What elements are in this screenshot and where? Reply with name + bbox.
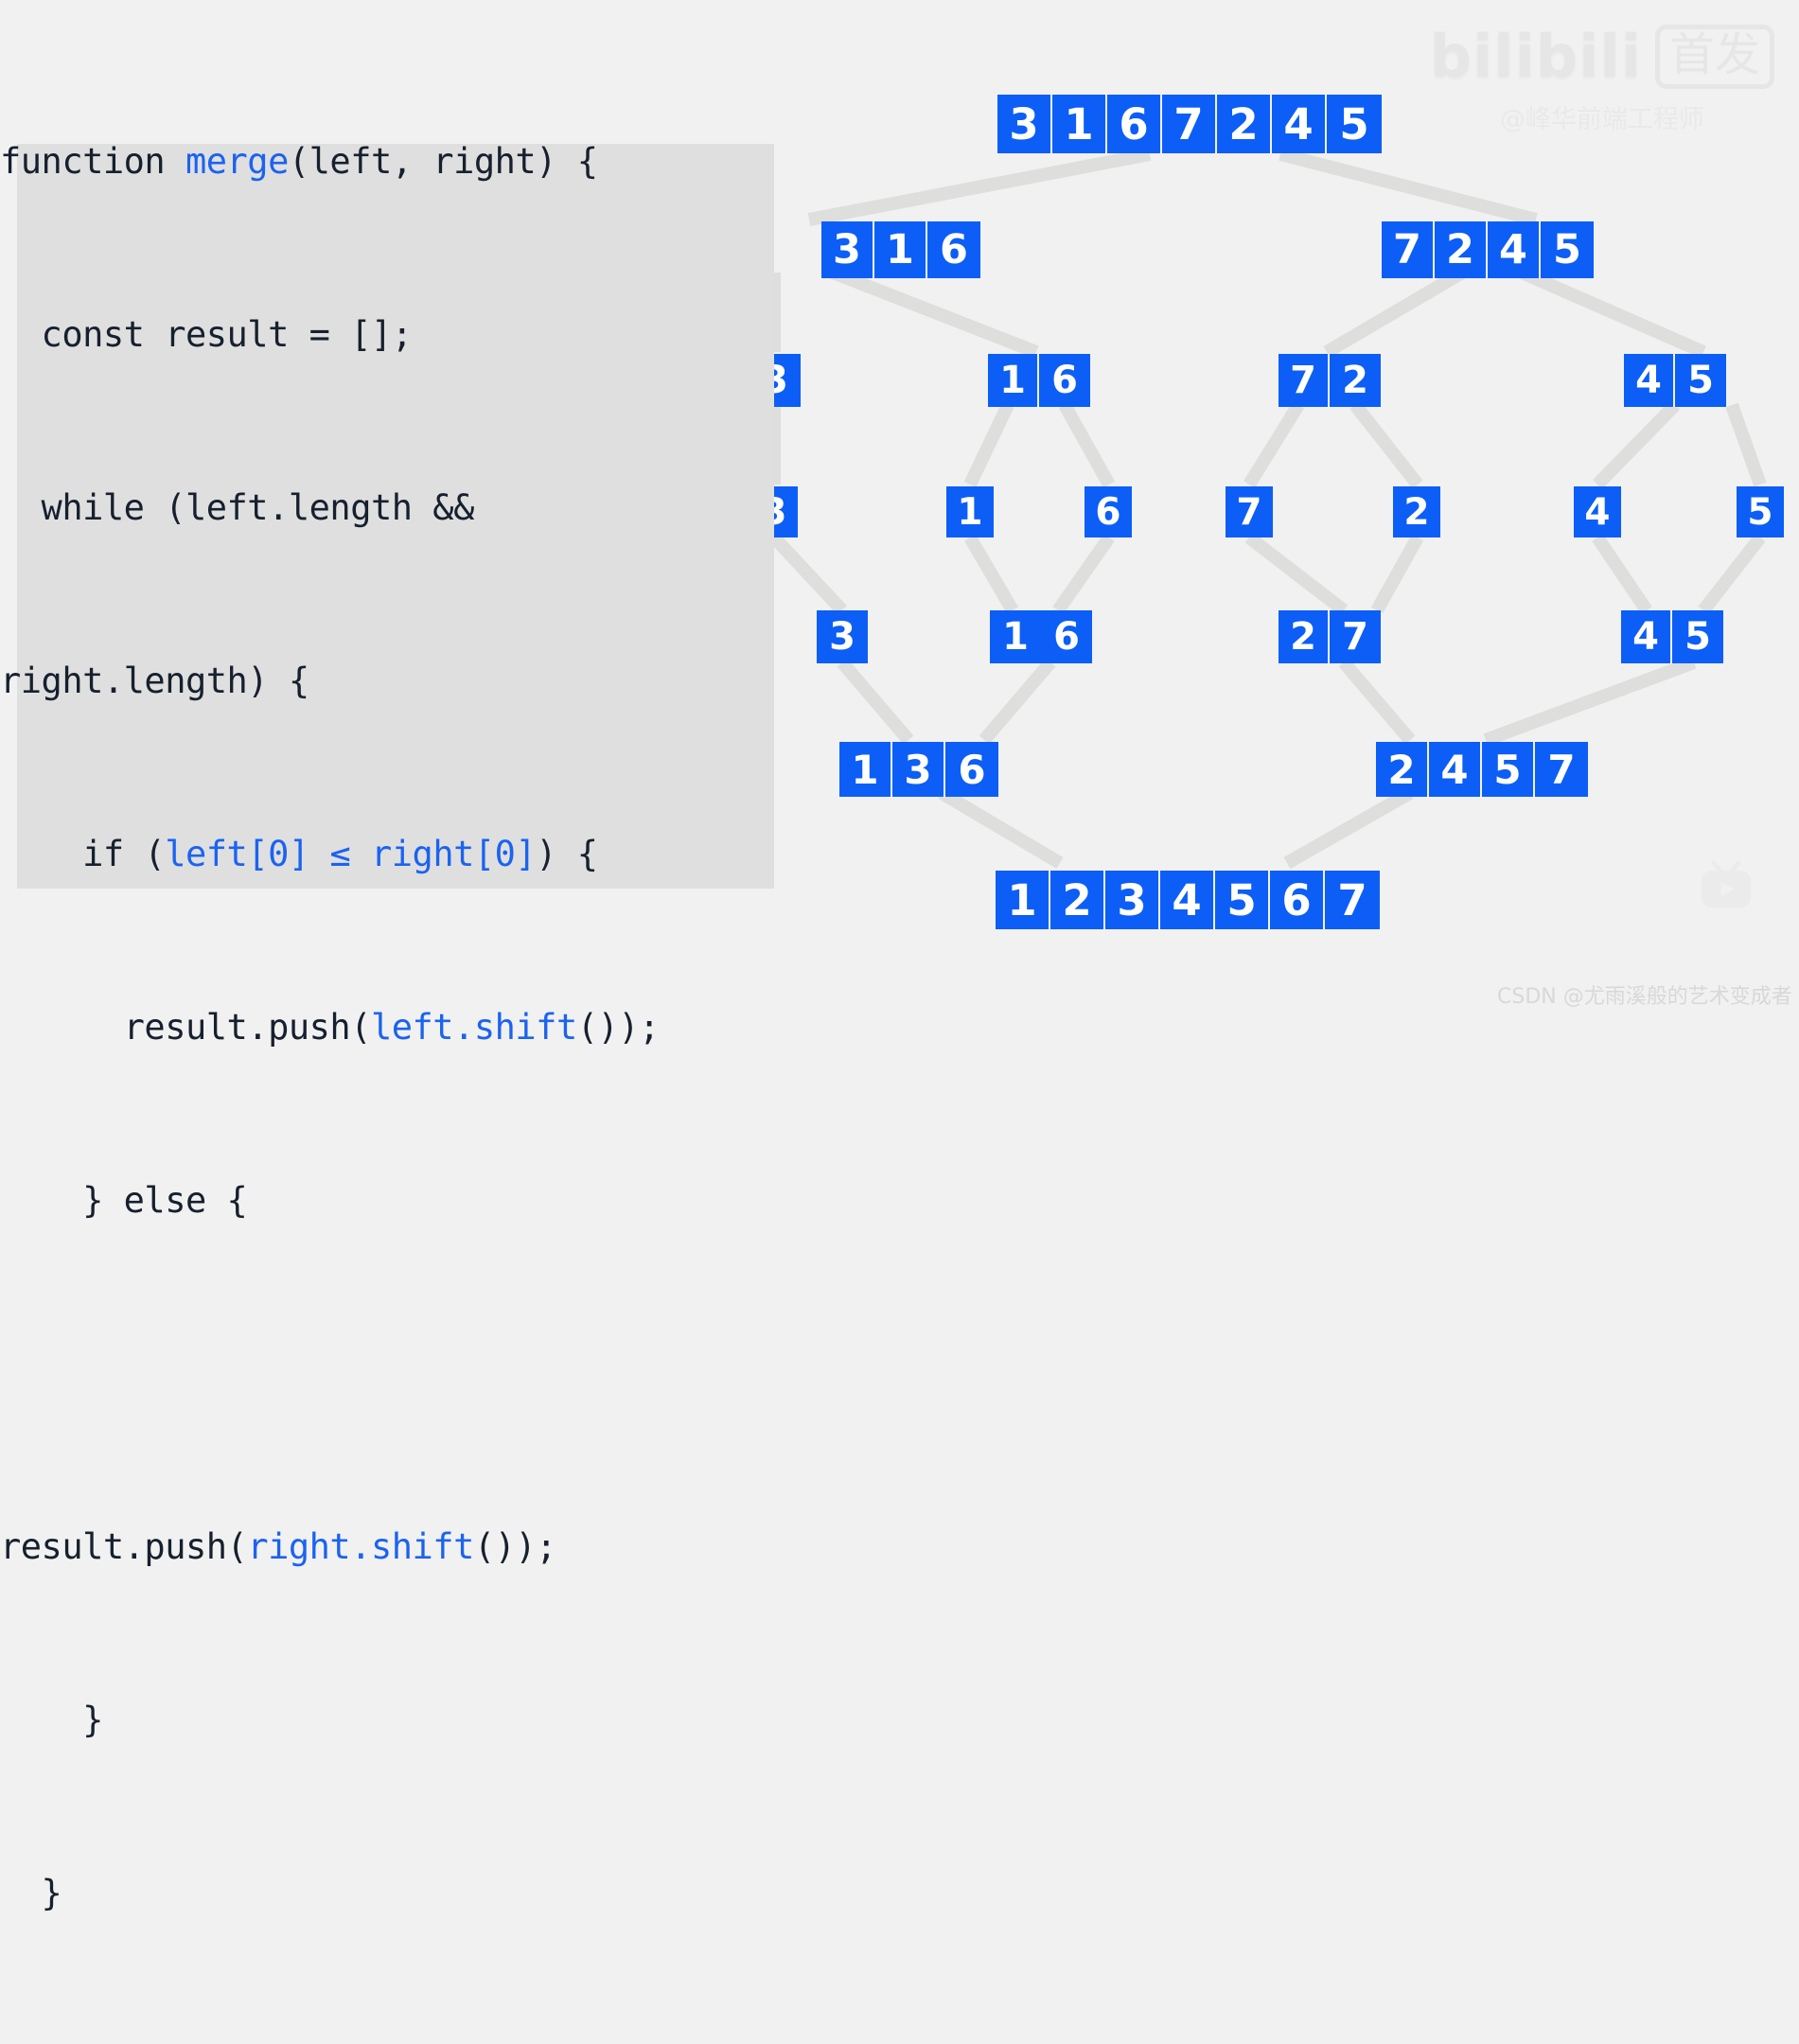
code-line-10: }: [0, 1700, 103, 1740]
array-cell: 5: [1327, 95, 1382, 153]
array-cell: 6: [1039, 354, 1090, 407]
array-cell: 4: [1624, 354, 1675, 407]
array-cell: 2: [1279, 610, 1330, 663]
code-line-3: while (left.length &&: [0, 487, 475, 528]
array-cell: 1: [946, 486, 994, 537]
array-cell: 7: [1535, 742, 1588, 797]
array-node-split-level-0-0: 3167245: [997, 95, 1382, 153]
array-cell: 2: [1435, 221, 1488, 278]
code-line-5: if (left[0] ≤ right[0]) {: [0, 834, 598, 874]
array-node-merge-level-2-1: 16: [990, 610, 1092, 663]
array-cell: 4: [1574, 486, 1621, 537]
array-cell: 6: [1041, 610, 1092, 663]
array-node-split-level-3-2: 6: [1085, 486, 1132, 537]
bilibili-handle: @峰华前端工程师: [1499, 105, 1704, 135]
array-node-merge-level-2-3: 45: [1621, 610, 1723, 663]
array-node-merge-level-1-1: 2457: [1376, 742, 1588, 797]
array-cell: 2: [1376, 742, 1429, 797]
array-cell: 2: [1393, 486, 1440, 537]
array-cell: 2: [1217, 95, 1272, 153]
array-cell: 3: [821, 221, 874, 278]
array-cell: 5: [1675, 354, 1726, 407]
array-cell: 5: [1215, 871, 1270, 929]
bilibili-watermark: bilibili 首发 @峰华前端工程师: [1430, 25, 1774, 135]
array-node-merge-level-2-0: 3: [817, 610, 868, 663]
array-cell: 2: [1330, 354, 1381, 407]
array-cell: 4: [1621, 610, 1672, 663]
array-cell: 5: [1737, 486, 1784, 537]
code-line-7: } else {: [0, 1180, 248, 1221]
array-node-split-level-2-1: 16: [988, 354, 1090, 407]
array-cell: 7: [1226, 486, 1273, 537]
code-line-4: right.length) {: [0, 661, 309, 701]
array-cell: 1: [988, 354, 1039, 407]
array-node-split-level-3-5: 4: [1574, 486, 1621, 537]
array-cell: 1: [839, 742, 892, 797]
code-line-6: result.push(left.shift());: [0, 1007, 661, 1048]
array-cell: 6: [1270, 871, 1325, 929]
csdn-watermark: CSDN @尤雨溪般的艺术变成者: [1497, 985, 1792, 1009]
array-node-split-level-1-0: 316: [821, 221, 980, 278]
array-cell: 5: [1482, 742, 1535, 797]
array-cell: 3: [1105, 871, 1160, 929]
array-cell: 1: [996, 871, 1050, 929]
array-cell: 7: [1330, 610, 1381, 663]
array-node-split-level-3-6: 5: [1737, 486, 1784, 537]
code-line-12: while (left.length): [0, 2037, 785, 2044]
code-line-2: const result = [];: [0, 314, 413, 355]
bilibili-tv-play-icon: [1701, 860, 1752, 908]
array-cell: 6: [927, 221, 980, 278]
code-line-9: result.push(right.shift());: [0, 1526, 556, 1567]
array-node-merge-level-2-2: 27: [1279, 610, 1381, 663]
code-line-11: }: [0, 1873, 62, 1913]
array-node-merge-level-0-0: 1234567: [996, 871, 1380, 929]
bilibili-logo-row: bilibili 首发: [1429, 22, 1774, 92]
array-cell: 7: [1325, 871, 1380, 929]
array-cell: 3: [817, 610, 868, 663]
array-node-split-level-2-2: 72: [1279, 354, 1381, 407]
array-cell: 7: [1382, 221, 1435, 278]
array-node-split-level-3-1: 1: [946, 486, 994, 537]
array-cell: 7: [1162, 95, 1217, 153]
array-node-split-level-2-3: 45: [1624, 354, 1726, 407]
array-node-merge-level-1-0: 136: [839, 742, 998, 797]
bilibili-logo-text: bilibili: [1429, 22, 1642, 92]
code-panel: function merge(left, right) { const resu…: [0, 0, 785, 1913]
code-listing: function merge(left, right) { const resu…: [0, 0, 785, 2044]
array-cell: 1: [1052, 95, 1107, 153]
array-cell: 3: [997, 95, 1052, 153]
array-cell: 4: [1160, 871, 1215, 929]
array-cell: 1: [990, 610, 1041, 663]
array-cell: 7: [1279, 354, 1330, 407]
array-node-split-level-3-4: 2: [1393, 486, 1440, 537]
array-cell: 3: [892, 742, 945, 797]
array-node-split-level-3-3: 7: [1226, 486, 1273, 537]
array-cell: 4: [1272, 95, 1327, 153]
array-cell: 5: [1672, 610, 1723, 663]
array-cell: 4: [1488, 221, 1541, 278]
array-cell: 6: [1085, 486, 1132, 537]
code-line-1: function merge(left, right) {: [0, 141, 598, 182]
bilibili-badge: 首发: [1654, 25, 1774, 90]
array-cell: 6: [945, 742, 998, 797]
array-cell: 4: [1429, 742, 1482, 797]
array-node-split-level-1-1: 7245: [1382, 221, 1594, 278]
array-cell: 6: [1107, 95, 1162, 153]
array-cell: 2: [1050, 871, 1105, 929]
array-cell: 5: [1541, 221, 1594, 278]
array-cell: 1: [874, 221, 927, 278]
